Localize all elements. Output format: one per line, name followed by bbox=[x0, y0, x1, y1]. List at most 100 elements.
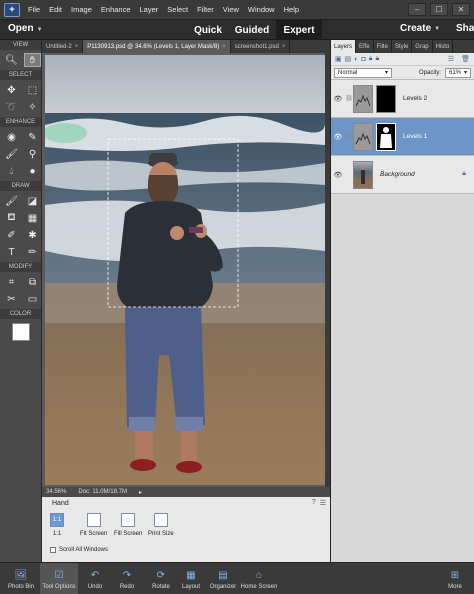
eye-icon[interactable]: 👁︎ bbox=[331, 133, 345, 141]
menu-view[interactable]: View bbox=[223, 5, 239, 14]
straighten-tool-icon[interactable]: ▭ bbox=[24, 292, 41, 306]
spot-healing-tool-icon[interactable]: ✎ bbox=[24, 130, 41, 144]
move-tool-icon[interactable]: ✥ bbox=[3, 83, 20, 97]
recompose-tool-icon[interactable]: ⧉ bbox=[24, 275, 41, 289]
tab-document-active[interactable]: P1130913.psd @ 34.6% (Levels 1, Layer Ma… bbox=[83, 40, 231, 53]
undo-button[interactable]: ↶ Undo bbox=[82, 563, 108, 594]
tab-quick[interactable]: Quick bbox=[188, 20, 228, 40]
help-icon[interactable]: ? bbox=[312, 499, 316, 507]
red-eye-tool-icon[interactable]: ◉ bbox=[3, 130, 20, 144]
photo-bin-label: Photo Bin bbox=[7, 584, 35, 590]
layer-row[interactable]: 👁︎ ⛓︎ Levels 1 bbox=[331, 118, 474, 156]
menu-icon[interactable]: ☰ bbox=[448, 55, 454, 63]
canvas-area[interactable] bbox=[42, 53, 330, 487]
menu-window[interactable]: Window bbox=[248, 5, 275, 14]
gradient-tool-icon[interactable]: ▦ bbox=[24, 211, 41, 225]
open-button[interactable]: Open ▼ bbox=[8, 23, 43, 34]
blur-tool-icon[interactable]: 💧︎ bbox=[3, 164, 20, 178]
fill-screen-button[interactable]: Fill Screen bbox=[114, 513, 142, 537]
tool-options-button[interactable]: ☑ Tool Options bbox=[40, 563, 78, 594]
home-screen-button[interactable]: ⌂ Home Screen bbox=[240, 563, 278, 594]
eye-icon[interactable]: 👁︎ bbox=[331, 171, 345, 179]
new-group-icon[interactable]: ▤ bbox=[345, 55, 352, 63]
menu-image[interactable]: Image bbox=[71, 5, 92, 14]
redo-button[interactable]: ↷ Redo bbox=[114, 563, 140, 594]
lock-all-icon[interactable]: 🔒︎ bbox=[375, 55, 379, 63]
menu-help[interactable]: Help bbox=[284, 5, 299, 14]
menu-edit[interactable]: Edit bbox=[49, 5, 62, 14]
photo-bin-button[interactable]: 🖼︎ Photo Bin bbox=[4, 563, 38, 594]
foreground-color-swatch[interactable] bbox=[12, 323, 30, 341]
type-tool-icon[interactable]: T bbox=[3, 245, 20, 259]
close-icon[interactable]: × bbox=[282, 44, 286, 50]
tab-styles[interactable]: Style bbox=[392, 40, 413, 53]
fill-screen-icon bbox=[121, 513, 136, 527]
tab-filters[interactable]: Filte bbox=[374, 40, 392, 53]
brush-tool-icon[interactable]: 🖌︎ bbox=[3, 194, 20, 208]
close-button[interactable]: ✕ bbox=[452, 3, 470, 16]
trash-icon[interactable]: 🗑︎ bbox=[461, 55, 470, 63]
marquee-tool-icon[interactable]: ⬚ bbox=[24, 83, 41, 97]
share-button[interactable]: Sha bbox=[456, 23, 474, 34]
layer-row[interactable]: 👁︎ Background 🔒︎ bbox=[331, 156, 474, 194]
maximize-button[interactable]: ☐ bbox=[430, 3, 448, 16]
tab-layers[interactable]: Layers bbox=[331, 40, 357, 53]
opacity-input[interactable]: 61% ▾ bbox=[445, 67, 471, 78]
hand-tool-icon[interactable]: ✋︎ bbox=[24, 53, 41, 67]
tab-document[interactable]: Untitled-2 × bbox=[42, 40, 84, 53]
scroll-all-checkbox[interactable] bbox=[50, 547, 56, 553]
close-icon[interactable]: × bbox=[222, 44, 226, 50]
custom-shape-tool-icon[interactable]: ✱ bbox=[24, 228, 41, 242]
layout-button[interactable]: ▦ Layout bbox=[178, 563, 204, 594]
lock-icon[interactable]: 🔒︎ bbox=[369, 55, 373, 63]
menu-icon[interactable]: ☰ bbox=[320, 499, 326, 507]
smart-brush-tool-icon[interactable]: 🖌︎ bbox=[3, 147, 20, 161]
menu-file[interactable]: File bbox=[28, 5, 40, 14]
scroll-all-windows-option[interactable]: Scroll All Windows bbox=[50, 547, 108, 553]
create-button[interactable]: Create ▼ bbox=[400, 23, 440, 34]
minimize-button[interactable]: – bbox=[408, 3, 426, 16]
app-logo-icon: ✦ bbox=[4, 2, 20, 17]
blend-mode-select[interactable]: Normal ▾ bbox=[334, 67, 392, 78]
rotate-button[interactable]: ⟳ Rotate bbox=[146, 563, 176, 594]
close-icon[interactable]: × bbox=[75, 44, 79, 50]
new-layer-icon[interactable]: ▣ bbox=[335, 55, 342, 63]
pencil-tool-icon[interactable]: ✏︎ bbox=[24, 245, 41, 259]
paint-bucket-tool-icon[interactable]: ⛾ bbox=[3, 211, 20, 225]
document-image[interactable] bbox=[45, 55, 325, 485]
color-swatches[interactable] bbox=[0, 319, 41, 353]
clone-stamp-tool-icon[interactable]: ⚲ bbox=[24, 147, 41, 161]
magic-wand-tool-icon[interactable]: ✧ bbox=[24, 100, 41, 114]
lasso-tool-icon[interactable]: ➰ bbox=[3, 100, 20, 114]
menu-enhance[interactable]: Enhance bbox=[101, 5, 131, 14]
eye-icon[interactable]: 👁︎ bbox=[331, 95, 345, 103]
tab-graphics[interactable]: Grap bbox=[412, 40, 433, 53]
menu-select[interactable]: Select bbox=[167, 5, 188, 14]
status-arrow-icon[interactable]: ▸ bbox=[139, 489, 142, 496]
actual-pixels-button[interactable]: 1:1 1:1 bbox=[50, 513, 64, 537]
fit-screen-button[interactable]: Fit Screen bbox=[80, 513, 107, 537]
crop-tool-icon[interactable]: ⌗ bbox=[3, 275, 20, 289]
sponge-tool-icon[interactable]: ● bbox=[24, 164, 41, 178]
print-size-button[interactable]: Print Size bbox=[148, 513, 174, 537]
organizer-button[interactable]: ▤ Organizer bbox=[206, 563, 240, 594]
zoom-level[interactable]: 34.56% bbox=[46, 489, 66, 495]
layer-row[interactable]: 👁︎ ⛓︎ Levels 2 bbox=[331, 80, 474, 118]
menu-filter[interactable]: Filter bbox=[197, 5, 214, 14]
tab-guided[interactable]: Guided bbox=[232, 20, 272, 40]
tab-effects[interactable]: Effe bbox=[356, 40, 374, 53]
more-button[interactable]: ⊞ More bbox=[442, 563, 468, 594]
color-picker-tool-icon[interactable]: ✐ bbox=[3, 228, 20, 242]
menu-layer[interactable]: Layer bbox=[140, 5, 159, 14]
tab-histogram[interactable]: Histo bbox=[433, 40, 454, 53]
tab-document[interactable]: screenshot1.psd × bbox=[231, 40, 291, 53]
tab-expert[interactable]: Expert bbox=[276, 20, 322, 40]
adjustment-layer-icon[interactable]: ◐ bbox=[354, 56, 358, 63]
lock-icon[interactable]: 🔒︎ bbox=[462, 170, 466, 178]
eraser-tool-icon[interactable]: ◪ bbox=[24, 194, 41, 208]
link-icon[interactable]: ⛓︎ bbox=[345, 133, 353, 140]
zoom-tool-icon[interactable]: 🔍︎ bbox=[3, 53, 20, 67]
layer-mask-icon[interactable]: ◘ bbox=[361, 56, 365, 63]
content-aware-move-tool-icon[interactable]: ✂︎ bbox=[3, 292, 20, 306]
link-icon[interactable]: ⛓︎ bbox=[345, 95, 353, 102]
